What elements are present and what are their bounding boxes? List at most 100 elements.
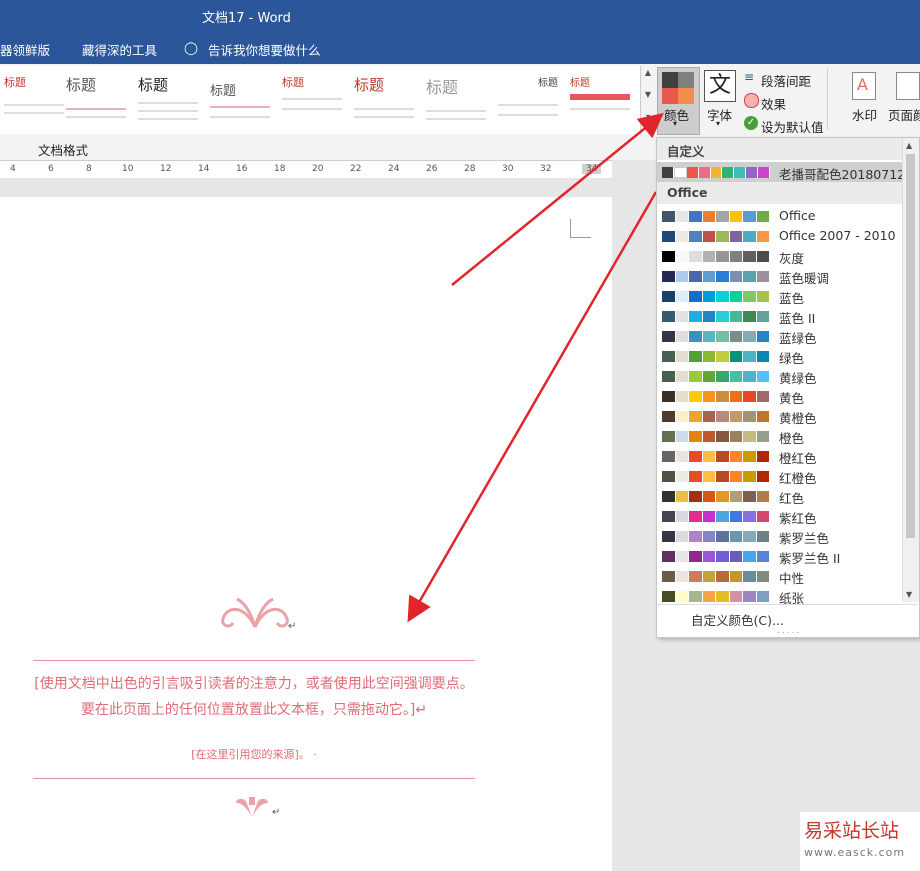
theme-color-item[interactable]: 绿色 [657, 346, 902, 366]
quote-top-rule [33, 660, 475, 661]
page-color-icon [896, 72, 920, 100]
theme-color-item[interactable]: 纸张 [657, 586, 902, 606]
theme-name: 蓝绿色 [779, 331, 817, 346]
color-swatch-strip [662, 331, 770, 342]
theme-color-item[interactable]: 蓝色暖调 [657, 266, 902, 286]
style-thumb[interactable]: 标题 [0, 68, 68, 130]
colors-dropdown: 自定义 老播哥配色20180712 Office Office Office 20… [656, 137, 920, 638]
effects-button[interactable]: 效果 [744, 93, 804, 112]
theme-name: 蓝色 [779, 291, 805, 306]
style-thumb[interactable]: 标题 [62, 68, 130, 130]
theme-color-item[interactable]: 蓝绿色 [657, 326, 902, 346]
gallery-scroll[interactable]: ▲ ▼ ▾ [640, 66, 655, 134]
theme-color-item[interactable]: 紫红色 [657, 506, 902, 526]
ornament-bottom-icon [236, 797, 268, 817]
color-swatch-strip [662, 451, 770, 462]
theme-color-item[interactable]: 红色 [657, 486, 902, 506]
style-thumb[interactable]: 标题 [350, 68, 418, 130]
theme-color-item[interactable]: 橙红色 [657, 446, 902, 466]
document-page[interactable]: ↵ [使用文档中出色的引言吸引读者的注意力，或者使用此空间强调要点。要在此页面上… [0, 197, 612, 871]
horizontal-ruler[interactable]: 4 6 8 10 12 14 16 18 20 22 24 26 28 30 3… [0, 160, 612, 179]
page-color-button[interactable]: 页面颜 [888, 70, 920, 132]
scroll-thumb[interactable] [906, 154, 915, 538]
paragraph-spacing-label: 段落间距 [761, 74, 812, 89]
color-swatch-strip [662, 391, 770, 402]
effects-label: 效果 [761, 97, 787, 112]
theme-color-item[interactable]: 黄绿色 [657, 366, 902, 386]
site-url: www.easck.com [804, 846, 906, 859]
set-default-button[interactable]: ✓ 设为默认值 [744, 116, 828, 135]
style-thumb[interactable]: 标题 [134, 68, 202, 130]
theme-name: 黄绿色 [779, 371, 817, 386]
theme-color-item[interactable]: 红橙色 [657, 466, 902, 486]
color-swatch-strip [662, 511, 770, 522]
colors-button[interactable]: 颜色 ▾ [657, 67, 700, 135]
color-swatch-strip [662, 431, 770, 442]
color-swatch-strip [662, 167, 771, 178]
color-swatch-strip [662, 211, 770, 222]
scroll-up-icon[interactable]: ▲ [906, 141, 912, 150]
theme-name: 紫红色 [779, 511, 817, 526]
office-section-header: Office [657, 182, 902, 204]
theme-name: 紫罗兰色 II [779, 551, 841, 566]
theme-color-item[interactable]: 黄橙色 [657, 406, 902, 426]
theme-name: 橙色 [779, 431, 805, 446]
tell-me-search[interactable]: 告诉我你想要做什么 [208, 40, 321, 59]
color-swatch-strip [662, 591, 770, 602]
custom-section-header: 自定义 [657, 138, 902, 160]
scroll-down-icon[interactable]: ▼ [906, 590, 912, 599]
theme-color-item[interactable]: Office 2007 - 2010 [657, 226, 902, 246]
color-swatch-strip [662, 231, 770, 242]
checkmark-icon: ✓ [744, 116, 758, 130]
color-swatch-strip [662, 291, 770, 302]
theme-name: 灰度 [779, 251, 805, 266]
color-swatch-strip [662, 271, 770, 282]
fonts-button[interactable]: 文 字体 ▾ [702, 68, 738, 132]
custom-colors-menu-item[interactable]: 自定义颜色(C)... [691, 610, 784, 629]
theme-name: 紫罗兰色 [779, 531, 830, 546]
style-thumb[interactable]: 标题 [566, 68, 634, 130]
scroll-up-icon: ▲ [644, 68, 652, 77]
color-swatch-strip [662, 351, 770, 362]
theme-name: 蓝色 II [779, 311, 816, 326]
theme-name: 老播哥配色20180712 [779, 167, 906, 182]
theme-color-item[interactable]: Office [657, 206, 902, 226]
style-thumb[interactable]: 标题 [494, 68, 562, 130]
theme-color-item[interactable]: 蓝色 II [657, 306, 902, 326]
quote-source[interactable]: [在这里引用您的来源]。 · [34, 746, 474, 762]
theme-name: 中性 [779, 571, 805, 586]
color-swatch-strip [662, 571, 770, 582]
resize-grip[interactable]: ..... [777, 626, 801, 636]
scroll-down-icon: ▼ [644, 90, 652, 99]
style-thumb[interactable]: 标题 [278, 68, 346, 130]
doc-format-label: 文档格式 [38, 143, 89, 158]
color-swatch-strip [662, 371, 770, 382]
color-swatch-strip [662, 251, 770, 262]
chevron-down-icon: ▾ [716, 119, 721, 128]
paragraph-spacing-button[interactable]: ≡ 段落间距 [744, 70, 826, 89]
style-thumb[interactable]: 标题 [422, 68, 490, 130]
theme-color-item[interactable]: 紫罗兰色 [657, 526, 902, 546]
theme-name: 橙红色 [779, 451, 817, 466]
gallery-expand-icon: ▾ [645, 112, 650, 121]
watermark-button[interactable]: A 水印 [846, 70, 886, 132]
effects-icon [744, 93, 759, 108]
theme-color-item[interactable]: 紫罗兰色 II [657, 546, 902, 566]
paragraph-mark: ↵ [288, 621, 297, 632]
menu-item-1[interactable]: 器领鲜版 [0, 40, 50, 59]
theme-name: Office 2007 - 2010 [779, 228, 896, 243]
pull-quote[interactable]: [使用文档中出色的引言吸引读者的注意力，或者使用此空间强调要点。要在此页面上的任… [34, 671, 474, 723]
theme-color-item[interactable]: 中性 [657, 566, 902, 586]
style-thumb[interactable]: 标题 [206, 68, 274, 130]
style-gallery: 标题 标题 标题 标题 标题 标题 标题 标题 标题 [0, 66, 641, 134]
site-name: 易采站长站 [804, 820, 900, 842]
menu-item-2[interactable]: 藏得深的工具 [82, 40, 157, 59]
watermark-label: 水印 [852, 108, 878, 123]
theme-color-custom-1[interactable]: 老播哥配色20180712 [657, 162, 906, 182]
color-swatch-strip [662, 471, 770, 482]
dropdown-scrollbar[interactable]: ▲ ▼ [902, 138, 919, 602]
theme-color-item[interactable]: 灰度 [657, 246, 902, 266]
theme-color-item[interactable]: 黄色 [657, 386, 902, 406]
theme-color-item[interactable]: 橙色 [657, 426, 902, 446]
theme-color-item[interactable]: 蓝色 [657, 286, 902, 306]
